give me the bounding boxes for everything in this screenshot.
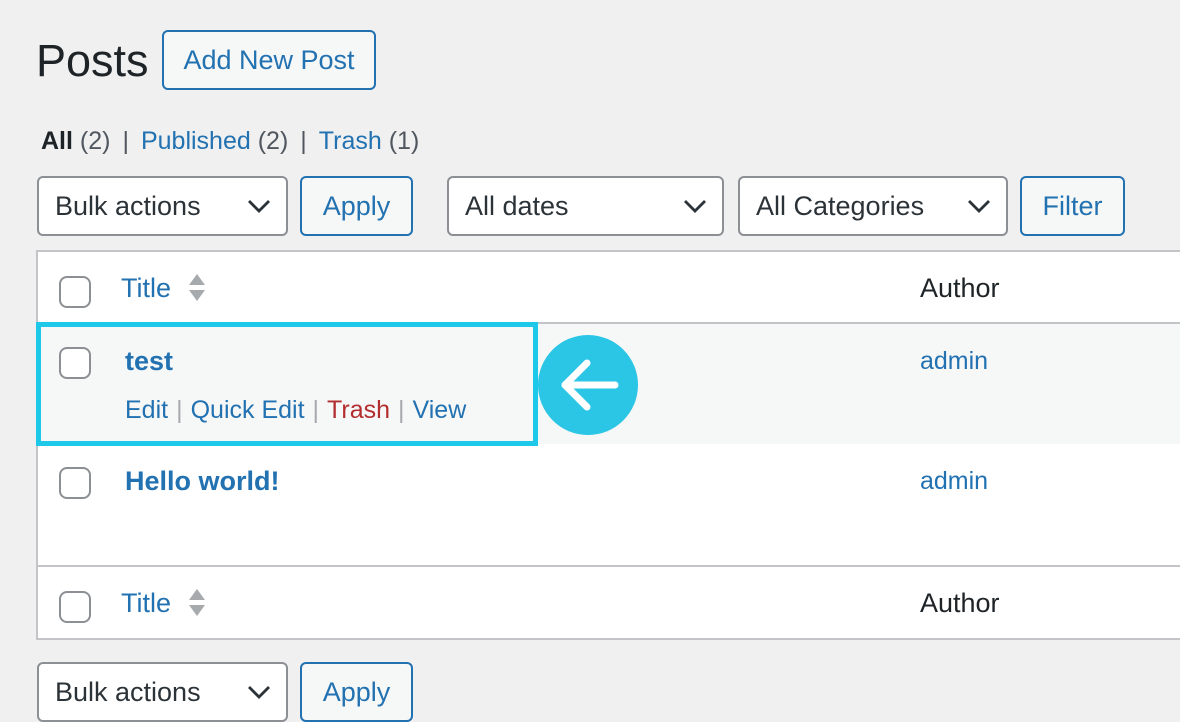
separator: | [300,127,307,155]
bulk-actions-value: Bulk actions [55,676,201,707]
column-title-header[interactable]: Title [121,272,171,304]
chevron-down-icon [968,200,990,213]
column-author-footer: Author [920,588,1000,618]
bulk-actions-select-bottom[interactable]: Bulk actions [37,662,288,722]
sort-indicator-icon[interactable] [188,588,206,618]
footer-divider [36,565,1180,567]
filter-all-count: (2) [79,127,111,155]
select-all-checkbox[interactable] [59,591,91,623]
column-author-header: Author [920,273,1000,303]
chevron-down-icon [248,200,270,213]
post-title-link[interactable]: Hello world! [125,465,280,497]
filter-button[interactable]: Filter [1020,176,1125,236]
chevron-down-icon [248,686,270,699]
chevron-down-icon [684,200,706,213]
highlight-box [36,322,538,446]
add-new-post-button[interactable]: Add New Post [162,30,376,90]
column-title-footer[interactable]: Title [121,587,171,619]
author-link[interactable]: admin [920,346,988,376]
dates-filter-select[interactable]: All dates [447,176,724,236]
select-all-checkbox[interactable] [59,276,91,308]
filter-all[interactable]: All [41,127,73,155]
bulk-actions-select[interactable]: Bulk actions [37,176,288,236]
filter-trash-count: (1) [388,127,420,155]
post-status-filters: All (2) | Published (2) | Trash (1) [41,126,419,156]
page-title: Posts [36,35,149,86]
categories-filter-select[interactable]: All Categories [738,176,1008,236]
separator: | [122,127,129,155]
apply-button-bottom[interactable]: Apply [300,662,413,722]
row-checkbox[interactable] [59,467,91,499]
apply-button[interactable]: Apply [300,176,413,236]
bulk-actions-value: Bulk actions [55,190,201,221]
categories-filter-value: All Categories [756,190,925,221]
filter-trash[interactable]: Trash [319,127,382,155]
arrow-left-icon [538,335,638,435]
sort-indicator-icon[interactable] [188,273,206,303]
dates-filter-value: All dates [465,190,569,221]
author-link[interactable]: admin [920,466,988,496]
filter-published-count: (2) [257,127,289,155]
filter-published[interactable]: Published [141,127,251,155]
